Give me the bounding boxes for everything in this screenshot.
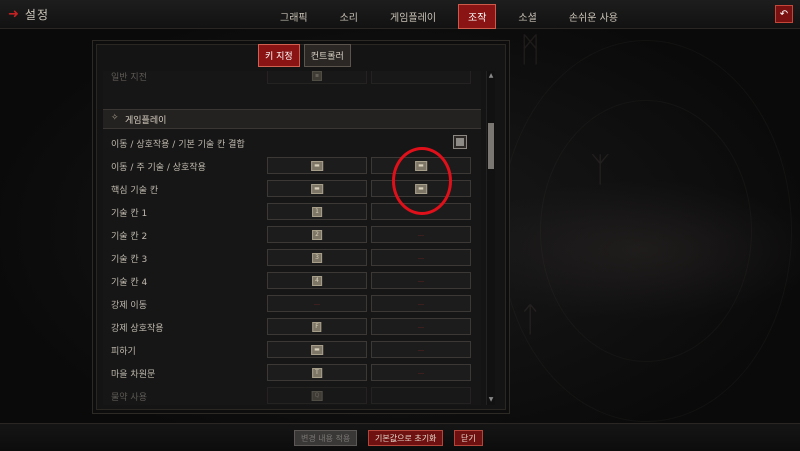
key-glyph: 2	[312, 229, 322, 240]
mouse-button-icon: ▬	[311, 183, 323, 194]
list-item[interactable]: 마을 차원문 T —	[103, 362, 481, 385]
primary-key-slot[interactable]: ▬	[267, 180, 367, 197]
list-item[interactable]: 일반 지전 ▪	[103, 71, 481, 88]
primary-key-slot[interactable]: ▬	[267, 157, 367, 174]
list-item[interactable]: 기술 칸 2 2 —	[103, 224, 481, 247]
bottom-bar: 변경 내용 적용 기본값으로 초기화 닫기	[0, 423, 800, 451]
row-label: 기술 칸 2	[111, 232, 148, 242]
settings-title-group: ➜ 설정	[8, 6, 49, 23]
key-glyph: —	[417, 230, 425, 239]
primary-key-slot[interactable]: Q	[267, 387, 367, 404]
row-label: 마을 차원문	[111, 370, 156, 380]
key-glyph: T	[312, 367, 322, 378]
secondary-key-slot[interactable]: —	[371, 295, 471, 312]
arrow-right-icon: ➜	[8, 7, 19, 22]
settings-tabs: 그래픽 소리 게임플레이 조작 소셜 손쉬운 사용	[270, 4, 640, 29]
top-bar: ➜ 설정 그래픽 소리 게임플레이 조작 소셜 손쉬운 사용 ↶	[0, 0, 800, 29]
subtab-keybindings[interactable]: 키 지정	[258, 44, 300, 67]
row-label: 기술 칸 4	[111, 278, 148, 288]
key-glyph: F	[312, 321, 322, 332]
key-glyph: —	[313, 299, 321, 308]
primary-key-slot[interactable]: ▪	[267, 71, 367, 84]
key-glyph: 3	[312, 252, 322, 263]
key-glyph	[419, 75, 423, 77]
list-item[interactable]: 물약 사용 Q	[103, 385, 481, 405]
section-title: 게임플레이	[125, 116, 167, 126]
row-label: 피하기	[111, 347, 136, 357]
primary-key-slot[interactable]: 1	[267, 203, 367, 220]
row-label: 기술 칸 1	[111, 209, 148, 219]
row-label: 이동 / 주 기술 / 상호작용	[111, 163, 206, 173]
tab-controls[interactable]: 조작	[458, 4, 497, 29]
secondary-key-slot[interactable]: —	[371, 318, 471, 335]
primary-key-slot[interactable]: ▬	[267, 341, 367, 358]
scroll-thumb[interactable]	[488, 123, 494, 169]
diamond-icon: ✧	[111, 113, 119, 123]
row-label: 기술 칸 3	[111, 255, 148, 265]
mouse-button-icon: ▬	[311, 160, 323, 171]
secondary-key-slot[interactable]: —	[371, 249, 471, 266]
list-item[interactable]: 강제 이동 — —	[103, 293, 481, 316]
secondary-key-slot[interactable]: —	[371, 364, 471, 381]
key-glyph: —	[417, 345, 425, 354]
subtab-controller[interactable]: 컨트롤러	[303, 44, 351, 67]
key-glyph	[419, 395, 423, 397]
page-title: 설정	[24, 8, 49, 22]
highlight-circle-annotation	[392, 147, 452, 215]
row-label: 핵심 기술 칸	[111, 186, 159, 196]
scroll-down-icon[interactable]: ▼	[487, 395, 495, 405]
secondary-key-slot[interactable]: —	[371, 226, 471, 243]
section-header-gameplay: ✧ 게임플레이	[103, 109, 481, 129]
return-arrow-icon: ↶	[779, 8, 789, 20]
key-glyph: —	[417, 276, 425, 285]
keybinding-list: 일반 지전 ▪ ✧ 게임플레이 이동 / 상호작용 / 기본 기술 칸 결합 이…	[103, 71, 481, 405]
primary-key-slot[interactable]: 4	[267, 272, 367, 289]
sigil-icon: ᛏ	[520, 300, 541, 340]
rune-circle-decoration	[540, 100, 752, 362]
row-label: 물약 사용	[111, 393, 147, 403]
key-glyph: —	[417, 253, 425, 262]
list-scrollbar[interactable]: ▲ ▼	[486, 71, 495, 405]
list-item[interactable]: 강제 상호작용 F —	[103, 316, 481, 339]
key-glyph: Q	[311, 390, 323, 401]
controls-subtabs: 키 지정 컨트롤러	[258, 44, 355, 67]
key-glyph: ▪	[311, 71, 323, 81]
tab-graphics[interactable]: 그래픽	[270, 4, 318, 29]
tab-gameplay[interactable]: 게임플레이	[380, 4, 446, 29]
list-item[interactable]: 기술 칸 4 4 —	[103, 270, 481, 293]
key-glyph: —	[417, 299, 425, 308]
exit-button[interactable]: ↶	[775, 5, 793, 23]
list-item[interactable]: 기술 칸 3 3 —	[103, 247, 481, 270]
reset-defaults-button[interactable]: 기본값으로 초기화	[368, 430, 444, 446]
spacebar-icon: ▬	[311, 344, 323, 355]
primary-key-slot[interactable]: 2	[267, 226, 367, 243]
secondary-key-slot[interactable]: —	[371, 341, 471, 358]
row-label: 강제 상호작용	[111, 324, 164, 334]
primary-key-slot[interactable]: T	[267, 364, 367, 381]
close-button[interactable]: 닫기	[454, 430, 483, 446]
key-glyph: —	[417, 368, 425, 377]
scroll-up-icon[interactable]: ▲	[487, 71, 495, 81]
key-glyph: 4	[312, 275, 322, 286]
secondary-key-slot[interactable]	[371, 387, 471, 404]
row-label: 일반 지전	[111, 73, 147, 83]
primary-key-slot[interactable]: —	[267, 295, 367, 312]
tab-sound[interactable]: 소리	[330, 4, 368, 29]
sigil-icon: ᛗ	[520, 30, 541, 70]
apply-changes-button[interactable]: 변경 내용 적용	[294, 430, 358, 446]
combine-slot-checkbox[interactable]	[453, 135, 467, 149]
secondary-key-slot[interactable]	[371, 71, 471, 84]
primary-key-slot[interactable]: F	[267, 318, 367, 335]
primary-key-slot[interactable]: 3	[267, 249, 367, 266]
secondary-key-slot[interactable]: —	[371, 272, 471, 289]
sigil-icon: ᛉ	[590, 150, 611, 190]
list-item[interactable]: 피하기 ▬ —	[103, 339, 481, 362]
tab-social[interactable]: 소셜	[508, 4, 546, 29]
row-label: 강제 이동	[111, 301, 147, 311]
tab-accessibility[interactable]: 손쉬운 사용	[559, 4, 628, 29]
key-glyph: —	[417, 322, 425, 331]
key-glyph: 1	[312, 206, 322, 217]
row-label: 이동 / 상호작용 / 기본 기술 칸 결합	[111, 140, 245, 150]
